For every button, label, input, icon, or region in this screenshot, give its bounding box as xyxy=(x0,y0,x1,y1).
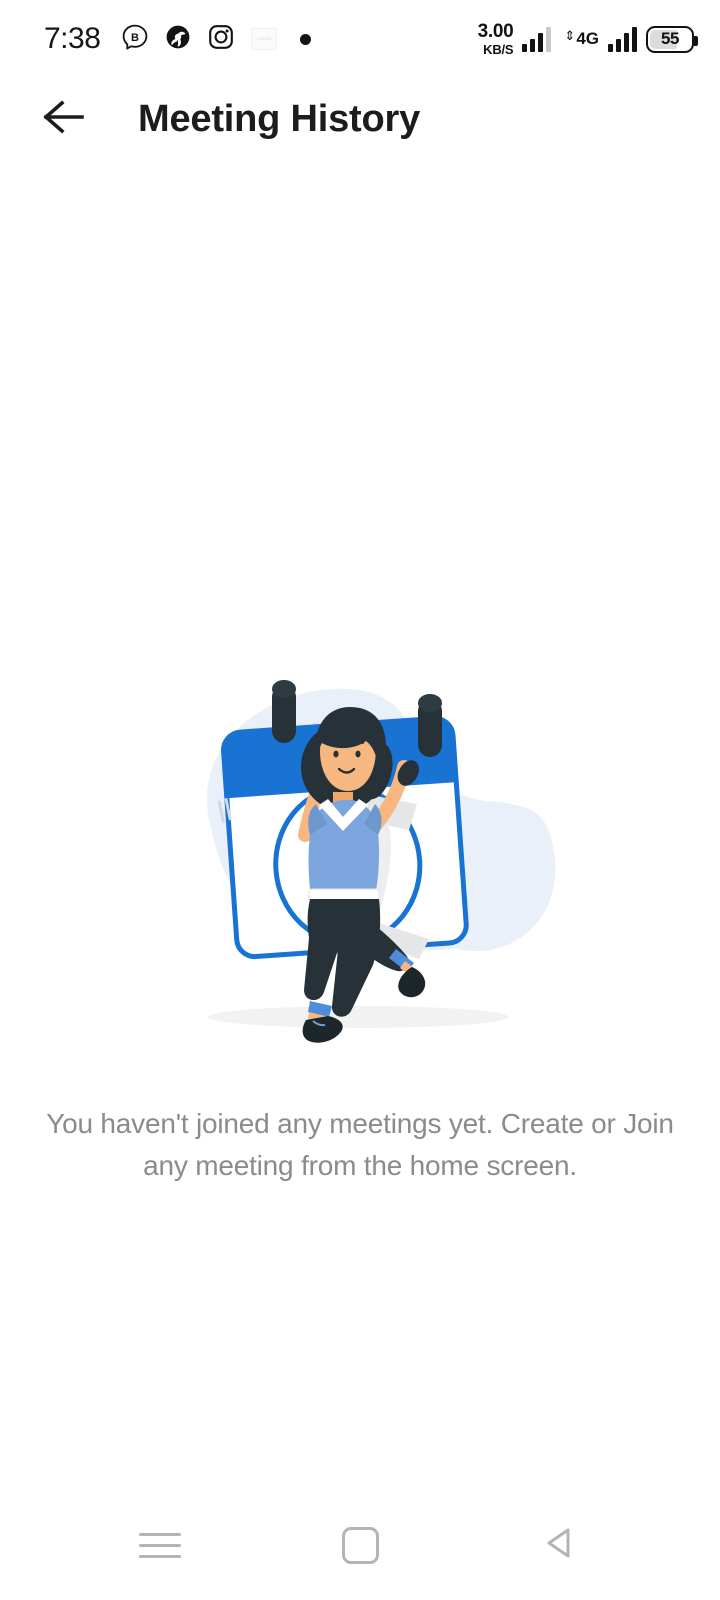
app-bar: Meeting History xyxy=(0,78,720,160)
system-navigation-bar xyxy=(0,1504,720,1600)
instagram-icon xyxy=(208,24,234,55)
back-button[interactable] xyxy=(36,91,92,147)
app-screen: 7:38 B ▭▭▭ 3.00 KB/S ⇕ 4G 55 Meeting His… xyxy=(0,0,720,1600)
triangle-back-icon xyxy=(541,1524,579,1567)
app-circle-icon xyxy=(165,24,191,55)
network-speed-value: 3.00 xyxy=(477,21,514,42)
battery-level-label: 55 xyxy=(661,29,679,48)
empty-state-illustration-wrap xyxy=(0,649,720,1054)
empty-state-message: You haven't joined any meetings yet. Cre… xyxy=(46,1108,674,1181)
network-type-indicator: ⇕ 4G xyxy=(564,28,599,48)
square-home-icon xyxy=(341,1526,379,1564)
notification-dot-icon xyxy=(300,33,312,45)
nav-home-button[interactable] xyxy=(314,1510,406,1580)
notification-card-icon: ▭▭▭ xyxy=(251,28,278,50)
empty-meeting-history-illustration xyxy=(150,649,570,1054)
menu-lines-icon xyxy=(139,1532,181,1558)
messenger-b-icon: B xyxy=(122,24,148,55)
arrow-left-icon xyxy=(42,99,86,140)
network-speed-indicator: 3.00 KB/S xyxy=(478,22,514,56)
network-type-label: 4G xyxy=(576,29,599,48)
page-title: Meeting History xyxy=(138,97,421,140)
svg-text:B: B xyxy=(131,32,139,44)
status-bar: 7:38 B ▭▭▭ 3.00 KB/S ⇕ 4G 55 xyxy=(0,0,720,78)
status-bar-left: 7:38 B ▭▭▭ xyxy=(44,22,312,56)
data-arrows-icon: ⇕ xyxy=(564,28,576,43)
status-clock: 7:38 xyxy=(44,22,101,55)
nav-recents-button[interactable] xyxy=(114,1510,206,1580)
nav-back-button[interactable] xyxy=(514,1510,606,1580)
main-content: You haven't joined any meetings yet. Cre… xyxy=(0,160,720,1504)
network-speed-unit: KB/S xyxy=(483,42,514,57)
battery-icon: 55 xyxy=(646,25,698,53)
signal-bars-sim1-icon xyxy=(522,26,552,52)
status-bar-right: 3.00 KB/S ⇕ 4G 55 xyxy=(478,22,698,56)
signal-bars-sim2-icon xyxy=(608,26,637,52)
